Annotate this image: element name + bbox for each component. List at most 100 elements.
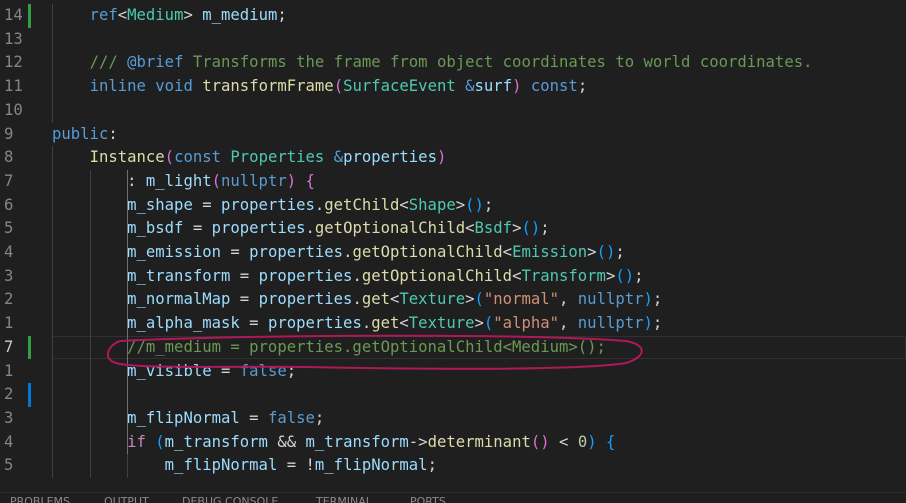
line-number: 7 <box>4 337 14 356</box>
code-token: Instance <box>89 148 165 167</box>
code-token: ( <box>155 432 165 451</box>
code-token: > <box>183 6 203 24</box>
code-text[interactable]: m_normalMap = properties.get<Texture>("n… <box>52 288 662 312</box>
code-line[interactable]: 4 m_emission = properties.getOptionalChi… <box>0 241 906 265</box>
code-token: < <box>399 195 409 214</box>
code-text[interactable]: m_flipNormal = !m_flipNormal; <box>52 454 437 478</box>
code-text[interactable]: public: <box>52 123 118 147</box>
code-token: ; <box>286 361 297 380</box>
line-number: 8 <box>4 148 14 167</box>
code-line[interactable]: 1 m_alpha_mask = properties.get<Texture>… <box>0 312 906 336</box>
code-text[interactable]: m_alpha_mask = properties.get<Texture>("… <box>52 312 662 336</box>
code-token: ( <box>164 148 175 167</box>
code-text[interactable]: m_shape = properties.getChild<Shape>(); <box>52 194 493 218</box>
code-token: public <box>52 124 109 143</box>
code-token: ; <box>277 6 287 24</box>
code-token: = ! <box>277 456 315 475</box>
line-number: 2 <box>4 290 14 309</box>
diff-marker[interactable] <box>28 335 31 360</box>
code-token: properties <box>258 290 353 309</box>
code-token: = <box>221 243 250 261</box>
code-line[interactable]: 1 m_visible = false; <box>0 360 906 384</box>
code-token: void <box>155 77 193 96</box>
code-line[interactable]: 10 <box>0 99 906 123</box>
indent-guide <box>127 169 129 478</box>
code-line[interactable]: 3 m_transform = properties.getOptionalCh… <box>0 265 906 289</box>
code-text[interactable]: ref<Medium> m_medium; <box>52 4 287 28</box>
code-token: Bsdf <box>474 219 513 238</box>
code-token: determinant <box>427 432 531 451</box>
code-token: , <box>559 314 578 333</box>
code-token: SurfaceEvent <box>343 77 456 96</box>
code-token: = <box>183 219 212 238</box>
line-number: 3 <box>4 266 14 285</box>
code-token: & <box>465 77 475 96</box>
code-text[interactable]: Instance(const Properties &properties) <box>52 146 447 170</box>
code-token: nullptr <box>577 290 644 309</box>
code-token: ( <box>333 77 344 96</box>
code-text[interactable]: inline void transformFrame(SurfaceEvent … <box>52 75 588 99</box>
code-token: ; <box>577 77 588 96</box>
code-token: : <box>52 171 146 190</box>
code-token: < <box>399 314 409 333</box>
code-token: > <box>605 266 616 285</box>
code-token: () <box>530 432 550 451</box>
code-line[interactable]: 2 <box>0 383 906 407</box>
code-line[interactable]: 7 : m_light(nullptr) { <box>0 170 906 194</box>
code-line[interactable]: 5 m_flipNormal = !m_flipNormal; <box>0 454 906 478</box>
code-token: () <box>596 243 616 261</box>
code-token: -> <box>408 432 428 451</box>
code-text[interactable]: m_transform = properties.getOptionalChil… <box>52 265 643 289</box>
code-line[interactable]: 14 ref<Medium> m_medium; <box>0 4 906 28</box>
code-token: () <box>465 195 484 214</box>
line-number: 14 <box>4 6 23 24</box>
code-line[interactable]: 6 m_shape = properties.getChild<Shape>()… <box>0 194 906 218</box>
code-token: m_emission <box>127 243 221 261</box>
code-token: m_light <box>145 171 212 190</box>
diff-marker[interactable] <box>28 383 31 407</box>
code-token: () <box>521 219 541 238</box>
code-editor[interactable]: 14 ref<Medium> m_medium; 13 12 /// @brief … <box>0 0 906 490</box>
code-text[interactable]: m_emission = properties.getOptionalChild… <box>52 241 625 265</box>
code-text[interactable]: /// @brief Transforms the frame from obj… <box>52 51 813 75</box>
line-number: 3 <box>4 408 14 427</box>
code-token: Emission <box>512 243 588 261</box>
code-line[interactable]: 8 Instance(const Properties &properties) <box>0 146 906 170</box>
code-token: false <box>267 408 315 427</box>
line-number: 6 <box>4 195 14 214</box>
code-line[interactable]: 4 if (m_transform && m_transform->determ… <box>0 431 906 455</box>
code-token: m_medium <box>202 6 278 24</box>
code-token: () <box>615 266 635 285</box>
code-token: properties <box>249 243 344 261</box>
code-token: ; <box>615 243 625 261</box>
code-token: { <box>305 171 315 190</box>
code-text[interactable]: if (m_transform && m_transform->determin… <box>52 431 615 455</box>
code-token: ; <box>483 195 494 214</box>
diff-marker[interactable] <box>28 4 31 28</box>
code-token: . <box>314 195 325 214</box>
code-line[interactable]: 13 <box>0 28 906 52</box>
code-token: = <box>230 290 259 309</box>
panel-tabs: PROBLEMS OUTPUT DEBUG CONSOLE TERMINAL PORTS <box>0 492 906 503</box>
code-line[interactable]: 5 m_bsdf = properties.getOptionalChild<B… <box>0 217 906 241</box>
code-token: = <box>192 195 221 214</box>
code-token: < <box>465 219 475 238</box>
line-number: 10 <box>4 100 23 119</box>
code-line[interactable]: 2 m_normalMap = properties.get<Texture>(… <box>0 288 906 312</box>
code-line[interactable]: 12 /// @brief Transforms the frame from … <box>0 51 906 75</box>
code-line[interactable]: 11 inline void transformFrame(SurfaceEve… <box>0 75 906 99</box>
code-line[interactable]: 9 public: <box>0 123 906 147</box>
code-text[interactable]: m_flipNormal = false; <box>52 407 324 431</box>
code-line[interactable]: 3 m_flipNormal = false; <box>0 407 906 431</box>
code-token: if <box>127 432 146 451</box>
code-token: > <box>455 195 466 214</box>
line-number: 5 <box>4 456 14 475</box>
code-text[interactable]: : m_light(nullptr) { <box>52 170 315 194</box>
current-line-highlight <box>52 335 906 359</box>
